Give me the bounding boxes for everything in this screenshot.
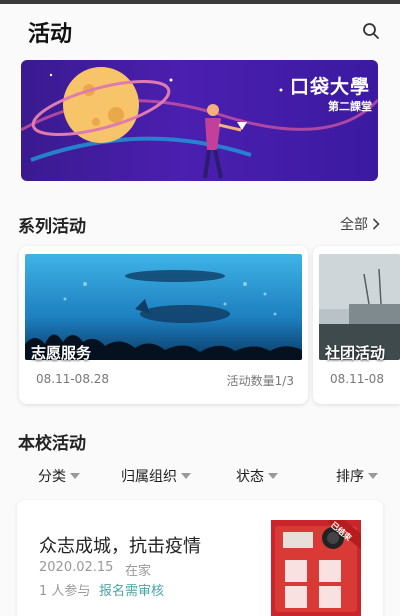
activity-title: 众志成城，抗击疫情 [39, 536, 201, 557]
view-all-link[interactable]: 全部 [340, 214, 380, 234]
section-title-series: 系列活动 [18, 217, 86, 237]
activity-review-tag: 报名需审核 [99, 584, 165, 599]
filter-status[interactable]: 状态 [236, 466, 278, 486]
app-header: 活动 [0, 4, 400, 54]
series-card-club[interactable]: 社团活动 08.11-08 [313, 246, 400, 404]
dropdown-arrow-icon [368, 473, 378, 479]
filter-sort[interactable]: 排序 [336, 466, 378, 486]
view-all-label: 全部 [340, 217, 368, 233]
chevron-right-icon [372, 218, 380, 230]
series-card-title: 社团活动 [325, 344, 386, 362]
banner-subtitle: 第二課堂 [328, 100, 372, 113]
activity-participants: 1 人参与 [39, 584, 91, 599]
filter-label: 状态 [236, 469, 264, 485]
filter-label: 分类 [38, 469, 66, 485]
series-card-date: 08.11-08.28 [36, 372, 110, 386]
dropdown-arrow-icon [70, 473, 80, 479]
search-icon[interactable] [362, 22, 380, 40]
activity-thumbnail: 已结束 [271, 520, 361, 616]
section-title-campus: 本校活动 [18, 434, 86, 454]
dropdown-arrow-icon [181, 473, 191, 479]
promo-banner[interactable]: 口袋大學 第二課堂 [21, 60, 378, 181]
filter-label: 归属组织 [121, 469, 177, 485]
filter-label: 排序 [336, 469, 364, 485]
series-card-title: 志愿服务 [31, 344, 92, 362]
activity-date: 2020.02.15 [39, 560, 114, 575]
series-card-date: 08.11-08 [330, 372, 384, 386]
filter-category[interactable]: 分类 [38, 466, 80, 486]
filter-bar: 分类 归属组织 状态 排序 [0, 466, 400, 486]
series-card-count: 活动数量1/3 [226, 374, 294, 388]
activity-card[interactable]: 众志成城，抗击疫情 2020.02.15 在家 1 人参与 报名需审核 已结束 [17, 500, 383, 616]
activity-location: 在家 [125, 564, 152, 579]
series-card-volunteer[interactable]: 志愿服务 08.11-08.28 活动数量1/3 [19, 246, 308, 404]
dropdown-arrow-icon [268, 473, 278, 479]
page-title: 活动 [28, 22, 73, 47]
filter-organization[interactable]: 归属组织 [121, 466, 191, 486]
banner-title: 口袋大學 [289, 76, 370, 98]
